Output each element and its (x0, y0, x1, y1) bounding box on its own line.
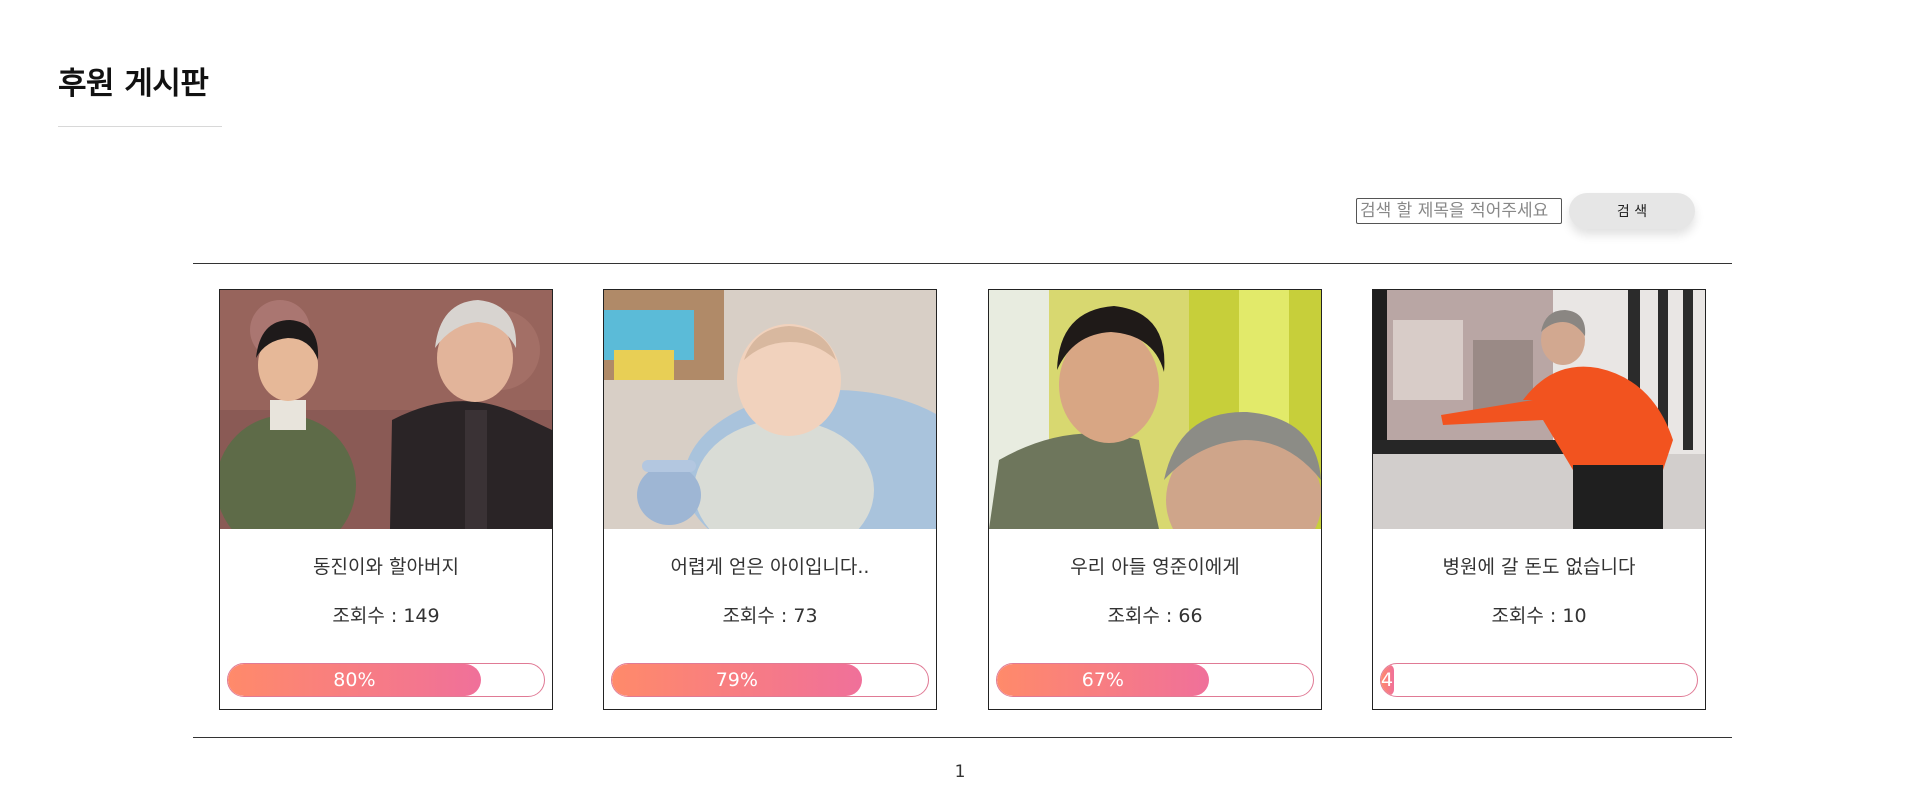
post-card[interactable]: 우리 아들 영준이에게 조회수 : 66 67% (988, 289, 1322, 710)
post-views: 조회수 : 10 (1491, 605, 1587, 627)
post-card[interactable]: 동진이와 할아버지 조회수 : 149 80% (219, 289, 553, 710)
progress-label: 79% (715, 669, 758, 691)
post-card[interactable]: 병원에 갈 돈도 없습니다 조회수 : 10 4% (1372, 289, 1706, 710)
post-thumbnail (220, 290, 552, 529)
post-thumbnail (989, 290, 1321, 529)
donation-progress-bar: 67% (996, 663, 1314, 697)
post-views: 조회수 : 73 (722, 605, 818, 627)
progress-label: 67% (1081, 669, 1124, 691)
page-title: 후원 게시판 (58, 66, 209, 102)
donation-progress-bar: 79% (611, 663, 929, 697)
post-title: 우리 아들 영준이에게 (1070, 556, 1240, 578)
progress-label: 80% (333, 669, 376, 691)
post-thumbnail (1373, 290, 1705, 529)
progress-label: 4% (1381, 669, 1394, 691)
post-title: 동진이와 할아버지 (313, 556, 459, 578)
search-button[interactable]: 검 색 (1569, 193, 1695, 229)
post-thumbnail (604, 290, 936, 529)
post-title: 병원에 갈 돈도 없습니다 (1442, 556, 1636, 578)
title-divider (58, 126, 222, 127)
donation-progress-bar: 80% (227, 663, 545, 697)
post-card[interactable]: 어렵게 얻은 아이입니다.. 조회수 : 73 79% (603, 289, 937, 710)
post-views: 조회수 : 149 (332, 605, 440, 627)
donation-progress-bar: 4% (1380, 663, 1698, 697)
search-input[interactable] (1356, 198, 1562, 224)
page-number[interactable]: 1 (955, 762, 966, 782)
post-views: 조회수 : 66 (1107, 605, 1203, 627)
post-title: 어렵게 얻은 아이입니다.. (670, 556, 870, 578)
list-bottom-divider (193, 737, 1732, 738)
pagination: 1 (0, 762, 1920, 782)
list-top-divider (193, 263, 1732, 264)
